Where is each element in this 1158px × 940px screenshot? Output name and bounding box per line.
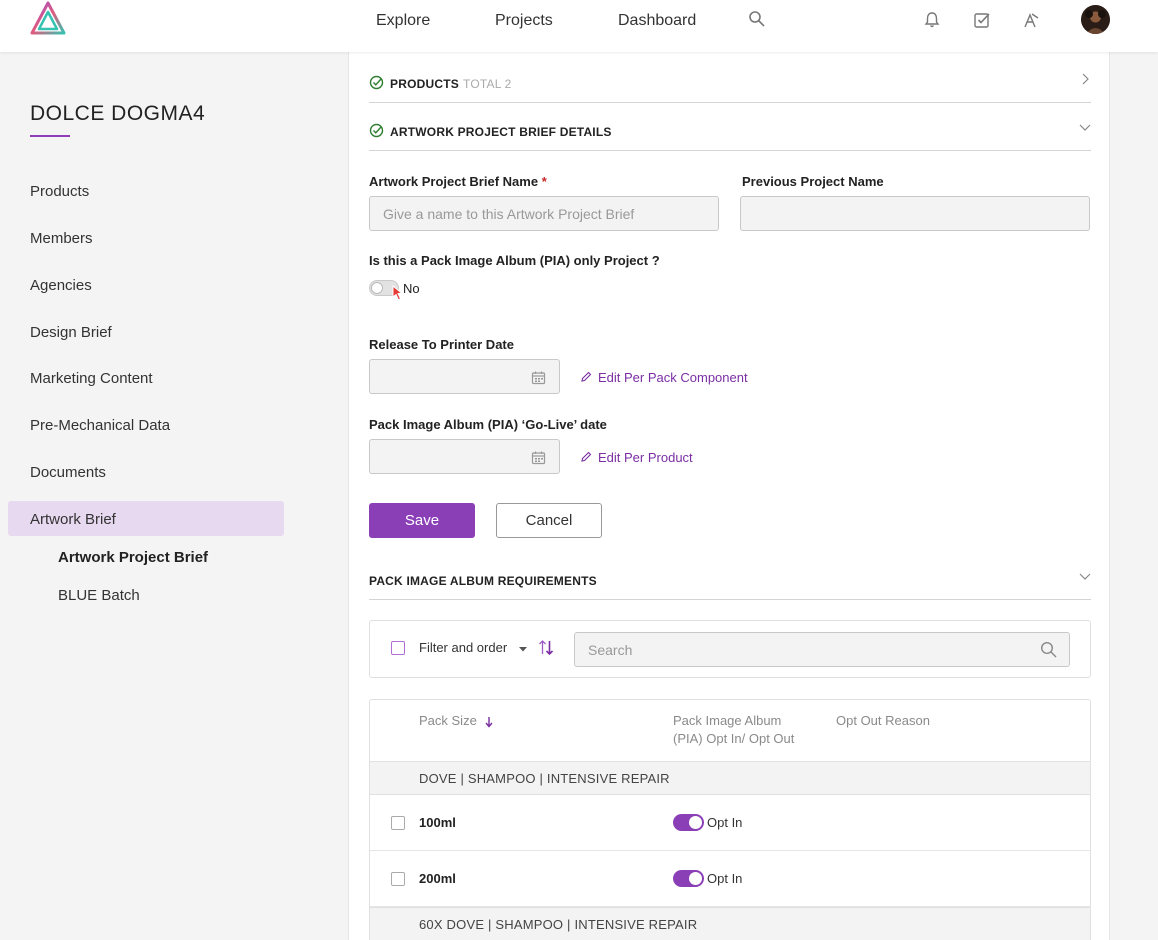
toggle-knob <box>689 872 702 885</box>
pack-size-value: 200ml <box>419 871 456 886</box>
pencil-icon <box>581 451 592 462</box>
sidebar-item-artwork-brief[interactable]: Artwork Brief <box>30 511 116 528</box>
toggle-knob <box>689 816 702 829</box>
nav-projects[interactable]: Projects <box>495 12 553 30</box>
pack-size-header-text: Pack Size <box>419 713 477 728</box>
sort-down-arrow-icon[interactable] <box>484 716 494 728</box>
opt-in-toggle[interactable] <box>673 870 704 887</box>
sidebar-item-pre-mechanical-data[interactable]: Pre-Mechanical Data <box>30 417 170 434</box>
check-circle-icon <box>369 75 384 90</box>
brief-details-section-label: ARTWORK PROJECT BRIEF DETAILS <box>390 125 612 139</box>
table-group-row: DOVE | SHAMPOO | INTENSIVE REPAIR <box>370 761 1090 795</box>
filter-toolbar: Filter and order <box>369 620 1091 678</box>
search-icon[interactable] <box>748 10 766 28</box>
translate-icon[interactable] <box>1021 10 1041 30</box>
row-checkbox[interactable] <box>391 816 405 830</box>
cancel-button[interactable]: Cancel <box>496 503 602 538</box>
table-row: 200ml Opt In <box>370 851 1090 907</box>
previous-project-name-input[interactable] <box>740 196 1090 231</box>
sidebar-subitem-artwork-project-brief[interactable]: Artwork Project Brief <box>58 549 208 566</box>
products-section-label: PRODUCTS <box>390 77 459 91</box>
sort-icon[interactable] <box>538 639 554 656</box>
chevron-down-icon[interactable] <box>1079 121 1091 133</box>
calendar-icon[interactable] <box>531 450 546 465</box>
search-icon[interactable] <box>1040 641 1057 658</box>
opt-in-status: Opt In <box>707 815 743 830</box>
project-sidebar: DOLCE DOGMA4 Products Members Agencies D… <box>0 52 284 940</box>
previous-project-name-label: Previous Project Name <box>742 174 884 189</box>
save-button[interactable]: Save <box>369 503 475 538</box>
check-circle-icon <box>369 123 384 138</box>
brief-name-input[interactable] <box>369 196 719 231</box>
table-row: 100ml Opt In <box>370 795 1090 851</box>
pia-only-question: Is this a Pack Image Album (PIA) only Pr… <box>369 253 660 268</box>
calendar-icon[interactable] <box>531 370 546 385</box>
column-header-pack-size[interactable]: Pack Size <box>419 712 494 730</box>
group-name: DOVE | SHAMPOO | INTENSIVE REPAIR <box>419 771 670 786</box>
pia-requirements-section-label: PACK IMAGE ALBUM REQUIREMENTS <box>369 574 597 588</box>
pack-size-value: 100ml <box>419 815 456 830</box>
nav-explore[interactable]: Explore <box>376 12 430 30</box>
row-checkbox[interactable] <box>391 872 405 886</box>
sidebar-item-marketing-content[interactable]: Marketing Content <box>30 370 153 387</box>
release-date-label: Release To Printer Date <box>369 337 514 352</box>
sidebar-item-agencies[interactable]: Agencies <box>30 277 92 294</box>
pia-opt-header-line1: Pack Image Album <box>673 713 782 728</box>
golive-date-label: Pack Image Album (PIA) ‘Go-Live’ date <box>369 417 607 432</box>
app-logo[interactable] <box>28 0 68 40</box>
sidebar-item-members[interactable]: Members <box>30 230 93 247</box>
sidebar-subitem-blue-batch[interactable]: BLUE Batch <box>58 587 140 604</box>
opt-in-status: Opt In <box>707 871 743 886</box>
release-date-input[interactable] <box>369 359 560 394</box>
products-total-count: TOTAL 2 <box>463 77 512 91</box>
tasks-icon[interactable] <box>972 10 992 30</box>
column-header-opt-out-reason: Opt Out Reason <box>836 713 930 728</box>
chevron-down-icon[interactable] <box>1079 570 1091 582</box>
pia-only-toggle-value: No <box>403 281 420 296</box>
products-section-header[interactable]: PRODUCTS TOTAL 2 <box>369 73 1091 103</box>
pia-requirements-section-header[interactable]: PACK IMAGE ALBUM REQUIREMENTS <box>369 573 1091 600</box>
column-header-pia-opt: Pack Image Album (PIA) Opt In/ Opt Out <box>673 712 794 748</box>
title-underline <box>30 135 70 137</box>
toggle-knob <box>371 282 383 294</box>
opt-in-toggle[interactable] <box>673 814 704 831</box>
chevron-right-icon[interactable] <box>1079 73 1091 85</box>
sidebar-item-products[interactable]: Products <box>30 183 89 200</box>
top-navigation-bar: Explore Projects Dashboard <box>0 0 1158 52</box>
edit-per-product-text: Edit Per Product <box>598 450 693 465</box>
project-title: DOLCE DOGMA4 <box>30 102 206 125</box>
select-all-checkbox[interactable] <box>391 641 405 655</box>
filter-and-order-dropdown[interactable]: Filter and order <box>419 640 507 655</box>
brief-name-label-text: Artwork Project Brief Name <box>369 174 539 189</box>
edit-per-product-link[interactable]: Edit Per Product <box>580 450 693 465</box>
main-content-panel: PRODUCTS TOTAL 2 ARTWORK PROJECT BRIEF D… <box>348 52 1110 940</box>
golive-date-input[interactable] <box>369 439 560 474</box>
required-asterisk: * <box>541 174 547 189</box>
edit-per-pack-component-text: Edit Per Pack Component <box>598 370 748 385</box>
nav-dashboard[interactable]: Dashboard <box>618 12 696 30</box>
table-group-row: 60X DOVE | SHAMPOO | INTENSIVE REPAIR <box>370 907 1090 940</box>
user-avatar[interactable] <box>1081 5 1110 34</box>
caret-down-icon[interactable] <box>518 645 528 653</box>
sidebar-item-documents[interactable]: Documents <box>30 464 106 481</box>
pia-opt-header-line2: (PIA) Opt In/ Opt Out <box>673 731 795 746</box>
sidebar-item-design-brief[interactable]: Design Brief <box>30 324 112 341</box>
table-search-input[interactable] <box>574 632 1070 667</box>
edit-per-pack-component-link[interactable]: Edit Per Pack Component <box>580 370 748 385</box>
bell-icon[interactable] <box>922 10 942 30</box>
brief-name-label: Artwork Project Brief Name * <box>369 174 547 189</box>
brief-details-section-header[interactable]: ARTWORK PROJECT BRIEF DETAILS <box>369 123 1091 151</box>
pia-requirements-table: Pack Size Pack Image Album (PIA) Opt In/… <box>369 699 1091 940</box>
group-name: 60X DOVE | SHAMPOO | INTENSIVE REPAIR <box>419 917 698 932</box>
pencil-icon <box>581 371 592 382</box>
